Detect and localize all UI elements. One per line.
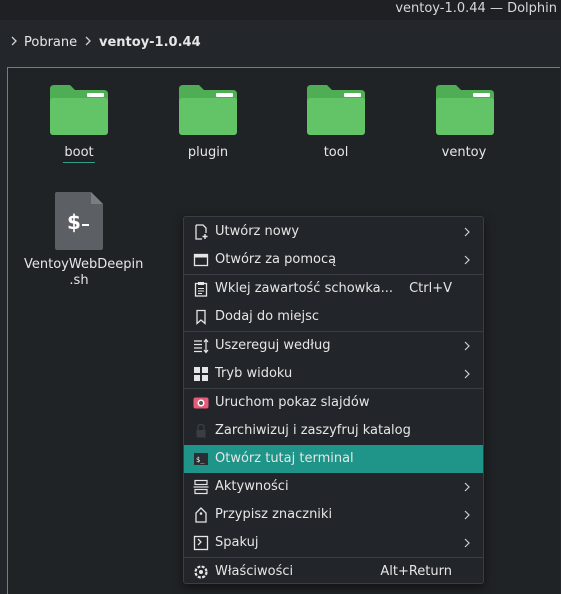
file-name-line1: VentoyWebDeepin xyxy=(24,257,144,272)
menu-item-sort-by[interactable]: Uszereguj według xyxy=(184,332,483,360)
menu-item-label: Tryb widoku xyxy=(215,366,293,381)
window-title: ventoy-1.0.44 — Dolphin xyxy=(395,1,557,16)
svg-text:$: $ xyxy=(67,210,81,234)
submenu-arrow-icon xyxy=(464,482,470,492)
menu-item-archive-encrypt[interactable]: Zarchiwizuj i zaszyfruj katalog xyxy=(184,417,483,445)
menu-item-label: Przypisz znaczniki xyxy=(215,507,333,522)
menu-item-add-to-places[interactable]: Dodaj do miejsc xyxy=(184,303,483,331)
submenu-arrow-icon xyxy=(464,510,470,520)
chevron-right-icon[interactable] xyxy=(9,34,19,48)
menu-item-label: Zarchiwizuj i zaszyfruj katalog xyxy=(215,423,411,438)
context-menu: Utwórz nowy Otwórz za pomocą Wklej zawar… xyxy=(183,216,484,584)
folder-icon xyxy=(436,85,494,135)
submenu-arrow-icon xyxy=(464,227,470,237)
breadcrumb-item-current[interactable]: ventoy-1.0.44 xyxy=(99,35,201,50)
window-titlebar: ventoy-1.0.44 — Dolphin xyxy=(0,0,561,20)
compress-icon xyxy=(193,535,209,551)
shell-script-icon: $ xyxy=(55,192,103,250)
menu-item-create-new[interactable]: Utwórz nowy xyxy=(184,218,483,246)
menu-item-shortcut: Alt+Return xyxy=(380,564,452,579)
menu-item-shortcut: Ctrl+V xyxy=(409,281,452,296)
tag-icon xyxy=(195,507,207,523)
svg-text:$_: $_ xyxy=(196,456,205,464)
breadcrumb: Pobrane ventoy-1.0.44 xyxy=(0,20,561,65)
menu-item-assign-tags[interactable]: Przypisz znaczniki xyxy=(184,501,483,529)
submenu-arrow-icon xyxy=(464,255,470,265)
menu-item-label: Otwórz tutaj terminal xyxy=(215,451,354,466)
menu-item-compress[interactable]: Spakuj xyxy=(184,529,483,557)
sort-icon xyxy=(194,338,209,354)
paste-icon xyxy=(194,282,208,297)
slideshow-icon xyxy=(193,397,209,409)
menu-item-label: Wklej zawartość schowka... xyxy=(215,281,393,296)
file-name: ventoy xyxy=(441,145,487,160)
menu-item-label: Dodaj do miejsc xyxy=(215,309,320,324)
view-mode-icon xyxy=(194,367,208,381)
menu-item-open-terminal[interactable]: $_ Otwórz tutaj terminal xyxy=(184,445,483,473)
selection-underline xyxy=(63,162,95,163)
folder-icon xyxy=(179,85,237,135)
menu-item-label: Otwórz za pomocą xyxy=(215,252,337,267)
menu-item-label: Aktywności xyxy=(215,479,289,494)
bookmark-icon xyxy=(196,309,206,325)
file-name: boot xyxy=(64,145,94,160)
menu-item-view-mode[interactable]: Tryb widoku xyxy=(184,360,483,388)
lock-icon xyxy=(196,423,206,438)
submenu-arrow-icon xyxy=(464,538,470,548)
menu-item-paste[interactable]: Wklej zawartość schowka... Ctrl+V xyxy=(184,275,483,303)
menu-item-label: Właściwości xyxy=(215,564,294,579)
file-name-line2: .sh xyxy=(69,273,89,288)
open-with-icon xyxy=(193,253,209,267)
activities-icon xyxy=(193,479,209,495)
menu-item-label: Spakuj xyxy=(215,535,259,550)
chevron-right-icon xyxy=(85,36,91,46)
menu-item-activities[interactable]: Aktywności xyxy=(184,473,483,501)
folder-icon xyxy=(50,85,108,135)
menu-item-properties[interactable]: Właściwości Alt+Return xyxy=(184,558,483,586)
menu-item-label: Uszereguj według xyxy=(215,338,331,353)
submenu-arrow-icon xyxy=(464,369,470,379)
submenu-arrow-icon xyxy=(464,341,470,351)
menu-item-slideshow[interactable]: Uruchom pokaz slajdów xyxy=(184,389,483,417)
file-name: VentoyWebDeepin .sh xyxy=(24,257,144,289)
terminal-icon: $_ xyxy=(194,453,208,465)
new-document-icon xyxy=(195,224,208,240)
properties-icon xyxy=(194,565,208,579)
file-name: plugin xyxy=(187,145,229,160)
menu-item-label: Uruchom pokaz slajdów xyxy=(215,395,370,410)
menu-item-open-with[interactable]: Otwórz za pomocą xyxy=(184,246,483,274)
file-name: tool xyxy=(323,145,349,160)
folder-icon xyxy=(307,85,365,135)
menu-item-label: Utwórz nowy xyxy=(215,224,300,239)
breadcrumb-item-pobrane[interactable]: Pobrane xyxy=(24,35,77,50)
